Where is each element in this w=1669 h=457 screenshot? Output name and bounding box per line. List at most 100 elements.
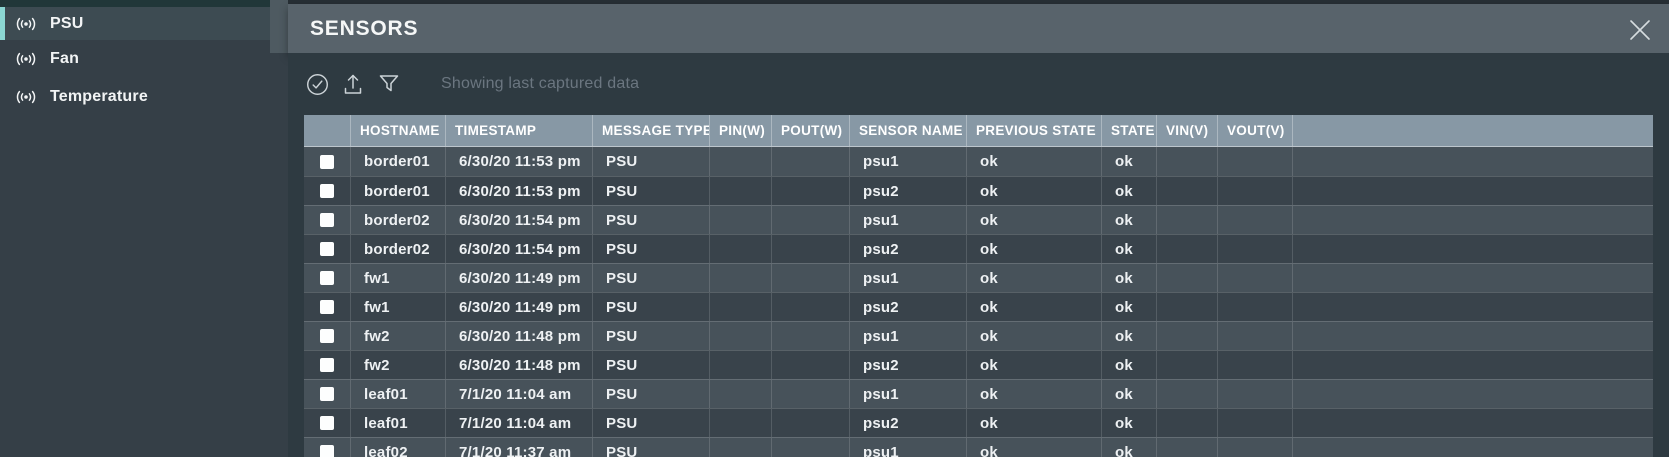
upload-icon[interactable] [341,71,365,97]
page-title: SENSORS [288,17,418,41]
table-row: fw16/30/20 11:49 pmPSUpsu2okok [304,292,1653,321]
cell-pout [772,264,850,292]
column-header-timestamp[interactable]: TIMESTAMP [446,115,593,146]
cell-message_type: PSU [593,147,710,176]
cell-sensor_name: psu1 [850,438,967,457]
sidebar-item-fan[interactable]: Fan [0,40,270,78]
cell-message_type: PSU [593,409,710,437]
cell-vin [1157,147,1218,176]
column-header-previous_state[interactable]: PREVIOUS STATE [967,115,1102,146]
cell-vin [1157,409,1218,437]
cell-hostname: fw2 [351,351,446,379]
sidebar-item-psu[interactable]: PSU [0,7,270,40]
cell-pout [772,206,850,234]
column-header-message_type[interactable]: MESSAGE TYPE [593,115,710,146]
close-icon[interactable] [1625,15,1655,45]
cell-pin [710,147,772,176]
column-header-sensor_name[interactable]: SENSOR NAME [850,115,967,146]
cell-sensor_name: psu1 [850,147,967,176]
sidebar-top-band [0,0,270,7]
row-checkbox[interactable] [320,358,334,372]
table-row: fw26/30/20 11:48 pmPSUpsu2okok [304,350,1653,379]
cell-filler [1293,147,1653,176]
row-checkbox[interactable] [320,387,334,401]
row-checkbox[interactable] [320,242,334,256]
table-header-row: HOSTNAMETIMESTAMPMESSAGE TYPEPIN(W)POUT(… [304,115,1653,147]
row-checkbox[interactable] [320,416,334,430]
cell-pout [772,322,850,350]
cell-message_type: PSU [593,322,710,350]
cell-sensor_name: psu2 [850,235,967,263]
cell-vin [1157,235,1218,263]
checkbox-cell [304,438,351,457]
sidebar-item-temperature[interactable]: Temperature [0,78,270,116]
check-circle-icon[interactable] [305,71,329,97]
table-row: leaf027/1/20 11:37 amPSUpsu1okok [304,437,1653,457]
cell-hostname: fw1 [351,293,446,321]
cell-vout [1218,438,1293,457]
checkbox-cell [304,351,351,379]
row-checkbox[interactable] [320,271,334,285]
signal-icon [13,14,39,34]
cell-state: ok [1102,206,1157,234]
column-header-hostname[interactable]: HOSTNAME [351,115,446,146]
column-header-pin[interactable]: PIN(W) [710,115,772,146]
row-checkbox[interactable] [320,213,334,227]
cell-sensor_name: psu1 [850,380,967,408]
signal-icon [13,87,39,107]
row-checkbox[interactable] [320,184,334,198]
cell-filler [1293,351,1653,379]
cell-timestamp: 7/1/20 11:37 am [446,438,593,457]
column-header-state[interactable]: STATE [1102,115,1157,146]
cell-filler [1293,235,1653,263]
checkbox-cell [304,409,351,437]
cell-state: ok [1102,380,1157,408]
cell-sensor_name: psu2 [850,177,967,205]
app-root: PSU Fan [0,0,1669,457]
cell-message_type: PSU [593,235,710,263]
checkbox-cell [304,293,351,321]
cell-pin [710,409,772,437]
row-checkbox[interactable] [320,155,334,169]
sensors-table: HOSTNAMETIMESTAMPMESSAGE TYPEPIN(W)POUT(… [304,115,1653,457]
cell-previous_state: ok [967,380,1102,408]
cell-vin [1157,380,1218,408]
cell-message_type: PSU [593,438,710,457]
table-row: fw16/30/20 11:49 pmPSUpsu1okok [304,263,1653,292]
table-row: border026/30/20 11:54 pmPSUpsu2okok [304,234,1653,263]
column-header-pout[interactable]: POUT(W) [772,115,850,146]
row-checkbox[interactable] [320,445,334,457]
cell-state: ok [1102,351,1157,379]
cell-pout [772,147,850,176]
cell-vin [1157,177,1218,205]
cell-sensor_name: psu2 [850,409,967,437]
cell-hostname: border02 [351,206,446,234]
cell-sensor_name: psu1 [850,322,967,350]
table-row: fw26/30/20 11:48 pmPSUpsu1okok [304,321,1653,350]
column-header-vout[interactable]: VOUT(V) [1218,115,1293,146]
cell-filler [1293,206,1653,234]
column-header-select[interactable] [304,115,351,146]
cell-hostname: border02 [351,235,446,263]
toolbar: Showing last captured data [288,53,1669,115]
sidebar-item-label: Temperature [50,88,148,106]
cell-timestamp: 7/1/20 11:04 am [446,409,593,437]
cell-vin [1157,293,1218,321]
row-checkbox[interactable] [320,300,334,314]
cell-timestamp: 7/1/20 11:04 am [446,380,593,408]
cell-pout [772,409,850,437]
cell-previous_state: ok [967,147,1102,176]
sidebar-item-label: PSU [50,15,84,33]
column-header-vin[interactable]: VIN(V) [1157,115,1218,146]
cell-filler [1293,264,1653,292]
table-row: border026/30/20 11:54 pmPSUpsu1okok [304,205,1653,234]
cell-pin [710,351,772,379]
cell-hostname: leaf01 [351,380,446,408]
filter-icon[interactable] [377,71,401,97]
sidebar-item-label: Fan [50,50,79,68]
row-checkbox[interactable] [320,329,334,343]
cell-vin [1157,351,1218,379]
cell-timestamp: 6/30/20 11:53 pm [446,177,593,205]
cell-pin [710,206,772,234]
checkbox-cell [304,380,351,408]
